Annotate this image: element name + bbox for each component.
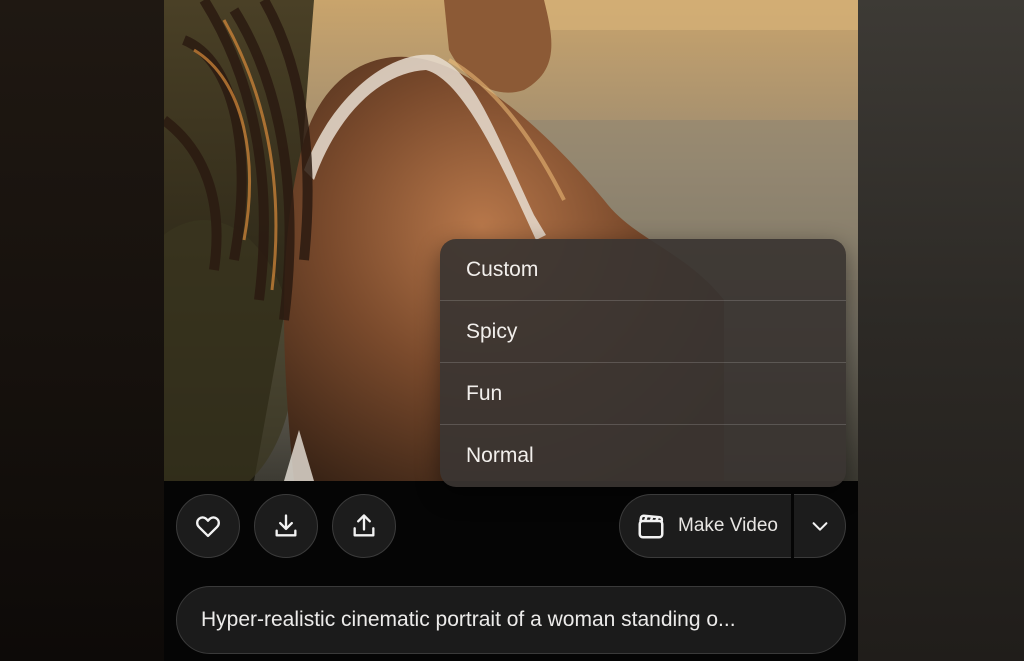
prompt-text: Hyper-realistic cinematic portrait of a … — [201, 608, 736, 631]
app-screen: Custom Spicy Fun Normal Make Video Hyper… — [0, 0, 1024, 661]
download-icon — [275, 514, 297, 537]
menu-item-spicy[interactable]: Spicy — [440, 301, 846, 363]
share-icon — [353, 514, 375, 537]
heart-icon — [196, 516, 220, 538]
menu-item-normal[interactable]: Normal — [440, 425, 846, 487]
blurred-backdrop-left — [0, 0, 164, 661]
phone-view: Custom Spicy Fun Normal Make Video Hyper… — [164, 0, 858, 661]
menu-item-fun[interactable]: Fun — [440, 363, 846, 425]
share-button[interactable] — [332, 494, 396, 558]
blurred-backdrop-right — [858, 0, 1024, 661]
chevron-down-icon — [812, 522, 827, 531]
video-options-dropdown-button[interactable] — [794, 494, 846, 558]
video-style-menu: Custom Spicy Fun Normal — [440, 239, 846, 487]
like-button[interactable] — [176, 494, 240, 558]
menu-item-custom[interactable]: Custom — [440, 239, 846, 301]
download-button[interactable] — [254, 494, 318, 558]
make-video-label: Make Video — [678, 515, 778, 536]
make-video-button[interactable]: Make Video — [619, 494, 791, 558]
prompt-text-field[interactable]: Hyper-realistic cinematic portrait of a … — [176, 586, 846, 654]
clapperboard-icon — [638, 514, 664, 539]
